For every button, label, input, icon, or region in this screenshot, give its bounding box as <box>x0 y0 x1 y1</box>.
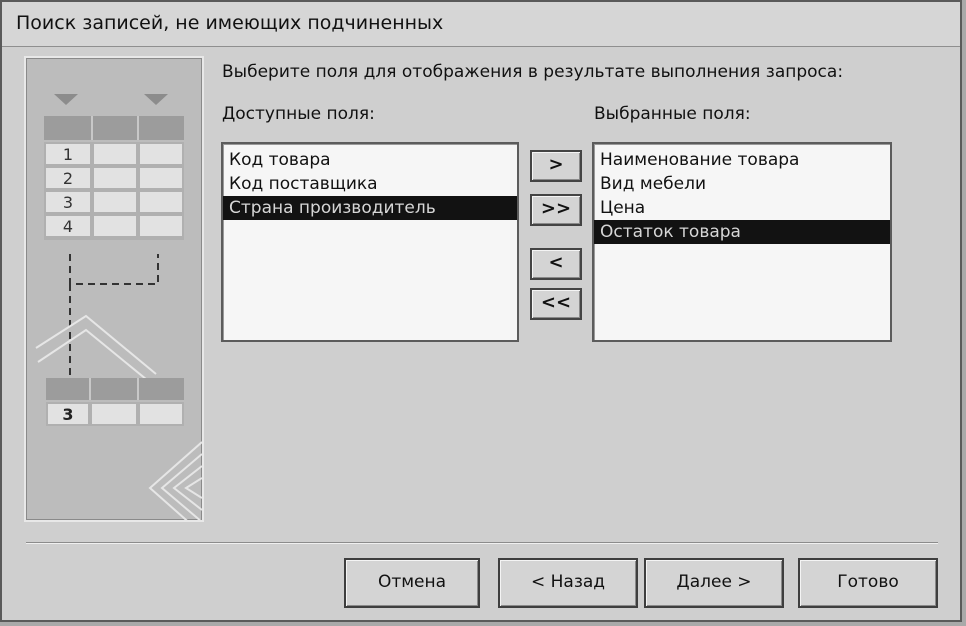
add-all-fields-button[interactable]: >> <box>530 194 582 226</box>
cancel-button[interactable]: Отмена <box>344 558 480 608</box>
diagram-row-4: 4 <box>63 217 73 236</box>
list-item-selected[interactable]: Остаток товара <box>594 220 890 244</box>
selected-fields-list[interactable]: Наименование товара Вид мебели Цена Оста… <box>592 142 892 342</box>
title-bar: Поиск записей, не имеющих подчиненных <box>2 2 960 47</box>
finish-button[interactable]: Готово <box>798 558 938 608</box>
available-fields-list[interactable]: Код товара Код поставщика Страна произво… <box>221 142 519 342</box>
window-title: Поиск записей, не имеющих подчиненных <box>16 12 444 34</box>
list-item-selected[interactable]: Страна производитель <box>223 196 517 220</box>
list-item[interactable]: Наименование товара <box>594 148 890 172</box>
list-item[interactable]: Код поставщика <box>223 172 517 196</box>
back-button[interactable]: < Назад <box>498 558 638 608</box>
query-wizard-window: Поиск записей, не имеющих подчиненных 1 … <box>0 0 962 622</box>
list-item[interactable]: Код товара <box>223 148 517 172</box>
diagram-row-2: 2 <box>63 169 73 188</box>
table-diagram-icon: 1 2 3 4 3 <box>35 94 202 520</box>
selected-fields-label: Выбранные поля: <box>594 104 751 124</box>
list-item[interactable]: Цена <box>594 196 890 220</box>
wizard-illustration: 1 2 3 4 3 <box>24 56 204 522</box>
next-button[interactable]: Далее > <box>644 558 784 608</box>
available-fields-label: Доступные поля: <box>222 104 375 124</box>
diagram-row-1: 1 <box>63 145 73 164</box>
instruction-text: Выберите поля для отображения в результа… <box>222 62 844 82</box>
diagram-result-row: 3 <box>62 405 73 424</box>
remove-all-fields-button[interactable]: << <box>530 288 582 320</box>
list-item[interactable]: Вид мебели <box>594 172 890 196</box>
add-field-button[interactable]: > <box>530 150 582 182</box>
remove-field-button[interactable]: < <box>530 248 582 280</box>
divider <box>26 542 938 544</box>
diagram-row-3: 3 <box>63 193 73 212</box>
